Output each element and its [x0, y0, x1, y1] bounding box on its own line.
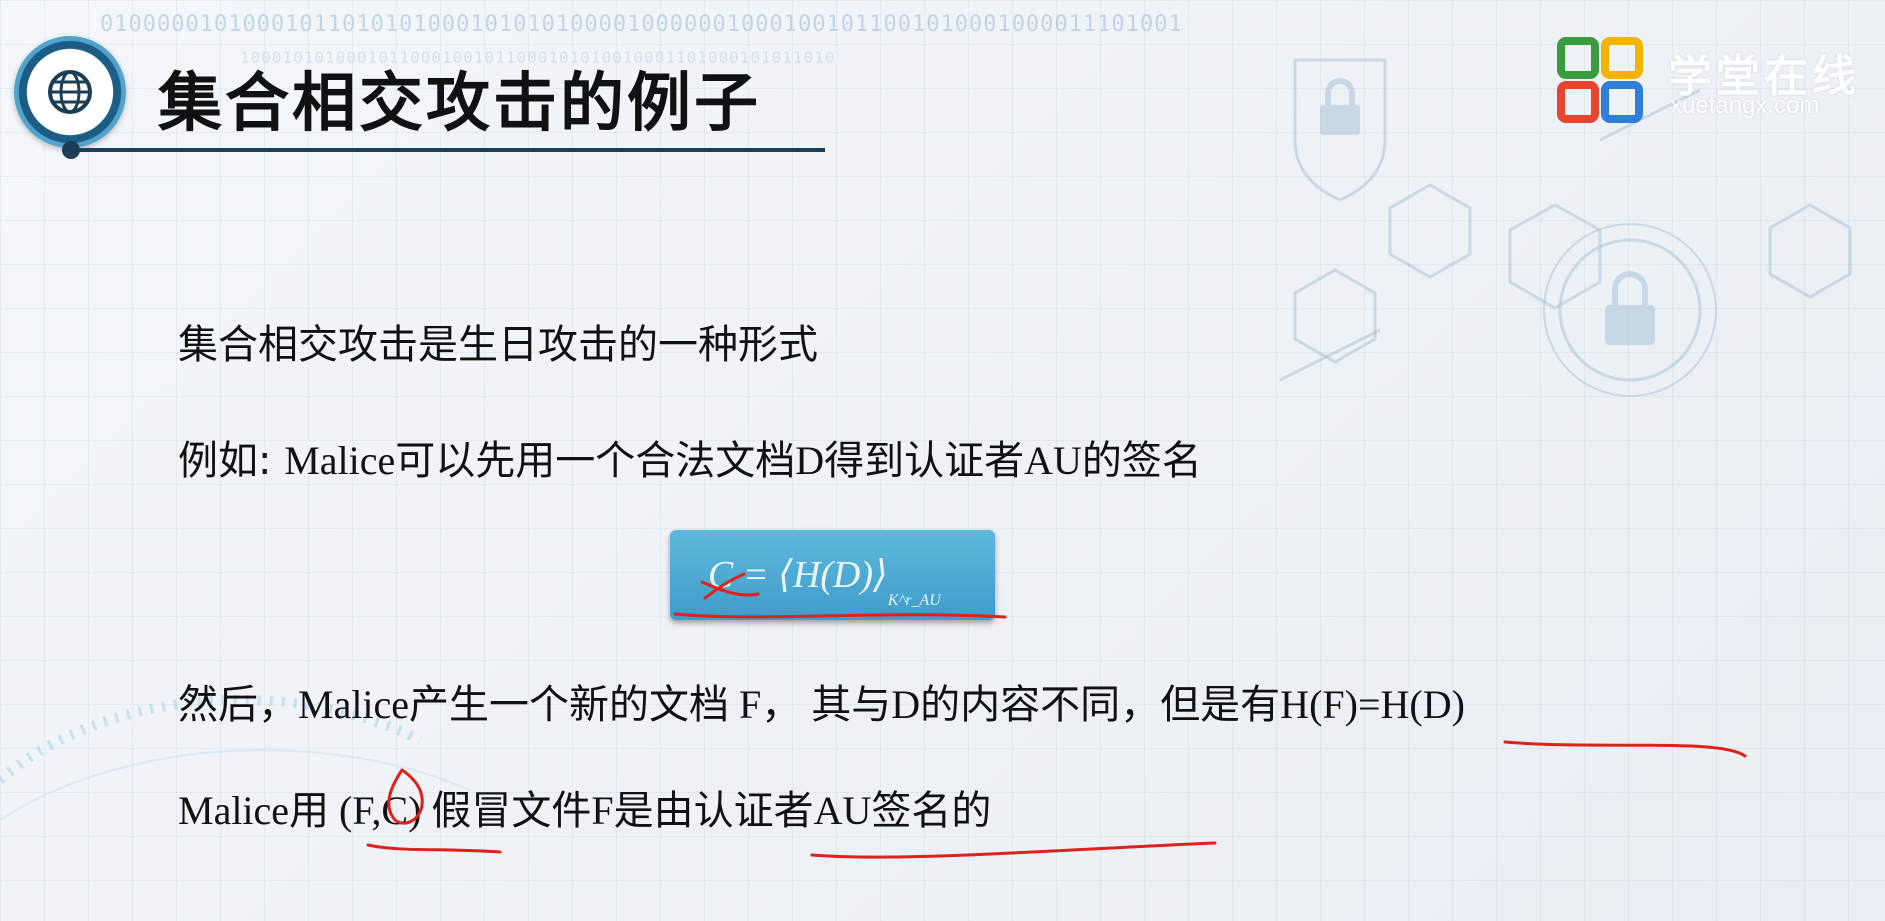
- content-line-2-text: Malice可以先用一个合法文档D得到认证者AU的签名: [284, 438, 1202, 483]
- title-underline: [70, 148, 825, 152]
- formula-subscript: K^r_AU: [887, 592, 941, 609]
- content-line-3-prefix: 然后，: [178, 682, 298, 728]
- content-line-2-prefix: 例如:: [178, 438, 285, 484]
- title-underline-dot: [62, 141, 80, 159]
- xuetangx-logo-icon: [1557, 37, 1643, 123]
- globe-icon: [14, 36, 126, 148]
- content-line-3-text: Malice产生一个新的文档 F， 其与D的内容不同，但是有H(F)=H(D): [298, 682, 1465, 727]
- logo-url: xuetangx.com: [1670, 92, 1820, 119]
- content-line-2: 例如: Malice可以先用一个合法文档D得到认证者AU的签名: [178, 428, 1202, 486]
- content-line-3: 然后，Malice产生一个新的文档 F， 其与D的内容不同，但是有H(F)=H(…: [178, 672, 1465, 730]
- content-line-1: 集合相交攻击是生日攻击的一种形式: [178, 322, 818, 368]
- formula-main: C = ⟨H(D)⟩: [708, 554, 888, 596]
- signature-formula: C = ⟨H(D)⟩K^r_AU: [670, 530, 995, 620]
- slide-title: 集合相交攻击的例子: [158, 67, 761, 141]
- content-line-4: Malice用 (F,C) 假冒文件F是由认证者AU签名的: [178, 788, 992, 833]
